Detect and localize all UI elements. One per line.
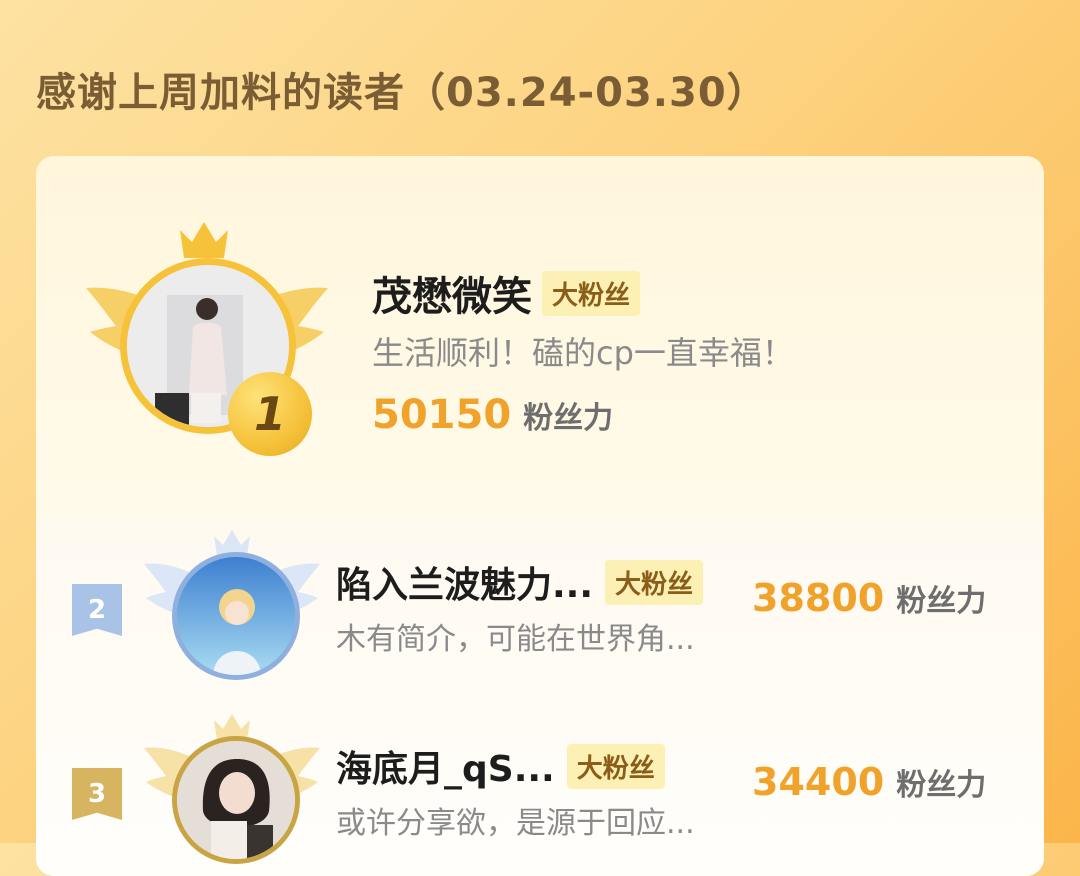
page-title: 感谢上周加料的读者（03.24-03.30） xyxy=(36,70,768,116)
avatar-image xyxy=(177,557,295,675)
fan-level-badge: 大粉丝 xyxy=(566,743,665,789)
fan-name-row: 陷入兰波魅力... 大粉丝 xyxy=(336,556,704,608)
fan-name-row: 茂懋微笑 大粉丝 xyxy=(372,264,641,322)
leaderboard-card: 1 茂懋微笑 大粉丝 生活顺利！磕的cp一直幸福！ 50150 粉丝力 2 陷入… xyxy=(36,156,1044,876)
fan-power-value: 38800 xyxy=(752,576,885,620)
fan-level-badge: 大粉丝 xyxy=(542,270,641,316)
fan-name-row: 海底月_qS... 大粉丝 xyxy=(336,740,665,792)
fan-power-value: 34400 xyxy=(752,760,885,804)
avatar-image xyxy=(177,741,295,859)
avatar-ring xyxy=(172,736,300,864)
rank-number: 1 xyxy=(253,387,286,441)
list-item-rank-1[interactable]: 1 茂懋微笑 大粉丝 生活顺利！磕的cp一直幸福！ 50150 粉丝力 xyxy=(36,156,1044,518)
avatar[interactable] xyxy=(177,741,295,859)
rank-number: 3 xyxy=(87,779,107,809)
fan-bio: 或许分享欲，是源于回应... xyxy=(336,806,695,841)
fan-power-unit: 粉丝力 xyxy=(896,768,987,803)
fan-name[interactable]: 海底月_qS... xyxy=(336,740,555,792)
fan-bio: 木有简介，可能在世界角... xyxy=(336,622,695,657)
fan-power-row: 34400 粉丝力 xyxy=(752,760,986,804)
fan-power-row: 38800 粉丝力 xyxy=(752,576,986,620)
fan-power-row: 50150 粉丝力 xyxy=(372,392,613,438)
rank-number: 2 xyxy=(87,595,107,625)
crown-icon xyxy=(180,222,228,258)
rank-medal-icon: 1 xyxy=(228,372,312,456)
fan-power-unit: 粉丝力 xyxy=(896,584,987,619)
list-item-rank-3[interactable]: 3 海底月_qS... 大粉丝 或许分享欲，是源于回应... 34400 粉丝力 xyxy=(36,712,1044,876)
rank-flag-icon: 2 xyxy=(72,584,122,636)
avatar[interactable] xyxy=(177,557,295,675)
fan-bio: 生活顺利！磕的cp一直幸福！ xyxy=(372,334,794,372)
fan-power-unit: 粉丝力 xyxy=(523,401,614,436)
fan-name[interactable]: 茂懋微笑 xyxy=(372,264,532,322)
fan-power-value: 50150 xyxy=(372,392,512,438)
avatar-ring xyxy=(172,552,300,680)
list-item-rank-2[interactable]: 2 陷入兰波魅力... 大粉丝 木有简介，可能在世界角... 38800 粉丝力 xyxy=(36,528,1044,704)
rank-flag-icon: 3 xyxy=(72,768,122,820)
fan-name[interactable]: 陷入兰波魅力... xyxy=(336,556,593,608)
fan-level-badge: 大粉丝 xyxy=(605,559,704,605)
